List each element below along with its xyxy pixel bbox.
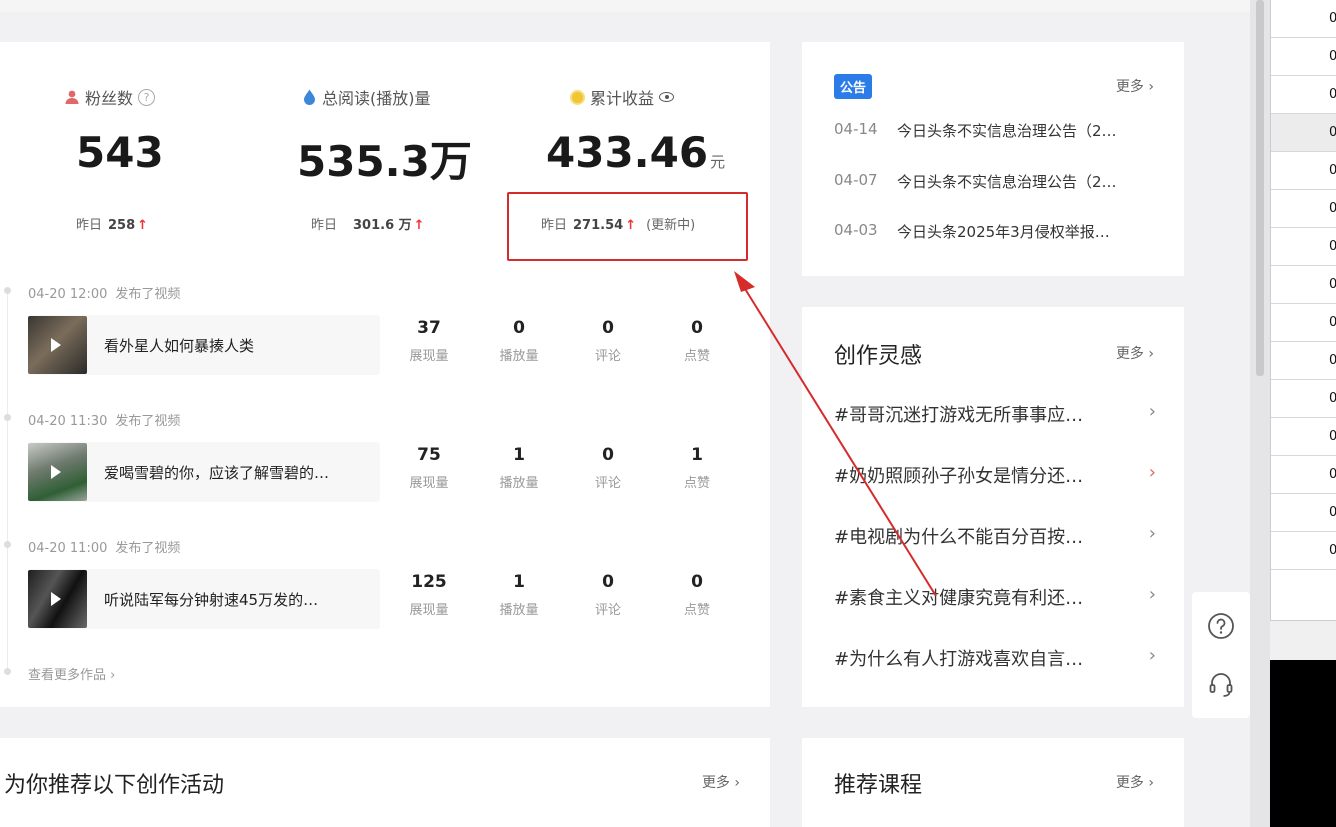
inspiration-item[interactable]: #哥哥沉迷打游戏无所事事应… › — [834, 401, 1156, 427]
notice-item[interactable]: 04-03 今日头条2025年3月侵权举报… — [834, 221, 1159, 242]
help-icon[interactable] — [1207, 612, 1235, 640]
notice-more-link[interactable]: 更多 › — [1116, 76, 1154, 96]
sheet-cell[interactable]: 0 — [1271, 380, 1336, 418]
metric-plays: 1 播放量 — [499, 572, 539, 618]
work-date: 04-20 11:30 发布了视频 — [28, 414, 181, 429]
reads-value: 535.3万 — [297, 137, 472, 186]
chevron-right-icon: › — [1148, 584, 1156, 605]
activities-title: 为你推荐以下创作活动 — [4, 773, 225, 798]
notice-badge: 公告 — [834, 74, 873, 99]
stats-card: 粉丝数 ? 543 昨日 258 ↑ 总阅读(播放)量 535.3万 昨日 301.6… — [0, 42, 770, 707]
work-title[interactable]: 听说陆军每分钟射速45万发的… — [104, 589, 374, 610]
metric-likes: 1 点赞 — [683, 445, 710, 491]
metric-likes: 0 点赞 — [683, 572, 710, 618]
play-icon — [51, 465, 61, 479]
side-spreadsheet: 000000000000000 — [1270, 0, 1336, 660]
help-icon[interactable]: ? — [138, 88, 156, 106]
sheet-cell[interactable]: 0 — [1271, 190, 1336, 228]
metric-plays: 0 播放量 — [499, 318, 539, 364]
inspiration-card: 创作灵感 更多 › #哥哥沉迷打游戏无所事事应… › #奶奶照顾孙子孙女是情分还…… — [802, 307, 1184, 707]
scrollbar-thumb[interactable] — [1256, 0, 1264, 376]
timeline-dot — [4, 541, 11, 548]
sheet-cell[interactable]: 0 — [1271, 532, 1336, 570]
chevron-right-icon: › — [1148, 462, 1156, 483]
chevron-right-icon: › — [1148, 401, 1156, 422]
sheet-cell[interactable]: 0 — [1271, 304, 1336, 342]
work-title[interactable]: 看外星人如何暴揍人类 — [104, 335, 374, 356]
work-item[interactable]: 看外星人如何暴揍人类 — [28, 315, 380, 375]
notice-item[interactable]: 04-07 今日头条不实信息治理公告（2… — [834, 171, 1159, 192]
up-arrow-icon: ↑ — [137, 218, 149, 233]
sheet-cell[interactable]: 0 — [1271, 494, 1336, 532]
inspiration-more-link[interactable]: 更多 › — [1116, 343, 1154, 363]
fans-value: 543 — [76, 128, 164, 177]
sheet-cell[interactable]: 0 — [1271, 38, 1336, 76]
timeline-dot — [4, 414, 11, 421]
notice-card: 公告 更多 › 04-14 今日头条不实信息治理公告（2… 04-07 今日头条不实… — [802, 42, 1184, 276]
timeline-dot — [4, 287, 11, 294]
sheet-cell[interactable]: 0 — [1271, 418, 1336, 456]
metric-comments: 0 评论 — [594, 318, 621, 364]
metric-impressions: 37 展现量 — [409, 318, 449, 364]
courses-more-link[interactable]: 更多 › — [1116, 772, 1154, 792]
sheet-cell[interactable]: 0 — [1271, 456, 1336, 494]
metric-impressions: 125 展现量 — [409, 572, 449, 618]
work-item[interactable]: 听说陆军每分钟射速45万发的… — [28, 569, 380, 629]
timeline-dot — [4, 668, 11, 675]
inspiration-item[interactable]: #素食主义对健康究竟有利还… › — [834, 584, 1156, 610]
reads-label: 总阅读(播放)量 — [302, 85, 431, 109]
metric-plays: 1 播放量 — [499, 445, 539, 491]
chevron-right-icon: › — [1148, 523, 1156, 544]
chevron-right-icon: › — [1148, 645, 1156, 666]
metric-comments: 0 评论 — [594, 445, 621, 491]
activities-more-link[interactable]: 更多 › — [702, 772, 740, 792]
fans-label: 粉丝数 ? — [64, 85, 156, 109]
inspiration-item[interactable]: #电视剧为什么不能百分百按… › — [834, 523, 1156, 549]
video-thumbnail[interactable] — [28, 316, 87, 374]
courses-title: 推荐课程 — [834, 773, 923, 798]
metric-comments: 0 评论 — [594, 572, 621, 618]
timeline-line — [7, 290, 8, 670]
courses-card: 推荐课程 更多 › — [802, 738, 1184, 827]
highlight-box — [507, 192, 748, 261]
work-item[interactable]: 爱喝雪碧的你，应该了解雪碧的… — [28, 442, 380, 502]
reads-yesterday: 昨日 301.6 万 ↑ — [311, 218, 425, 233]
notice-item[interactable]: 04-14 今日头条不实信息治理公告（2… — [834, 120, 1159, 141]
work-date: 04-20 12:00 发布了视频 — [28, 287, 181, 302]
person-icon — [65, 90, 79, 104]
play-icon — [51, 338, 61, 352]
inspiration-item[interactable]: #奶奶照顾孙子孙女是情分还… › — [834, 462, 1156, 488]
black-area — [1270, 660, 1336, 827]
inspiration-item[interactable]: #为什么有人打游戏喜欢自言… › — [834, 645, 1156, 671]
eye-icon[interactable] — [659, 92, 675, 102]
more-works-link[interactable]: 查看更多作品 › — [28, 664, 115, 683]
sheet-cell[interactable]: 0 — [1271, 266, 1336, 304]
floating-tools — [1192, 592, 1250, 718]
work-date: 04-20 11:00 发布了视频 — [28, 541, 181, 556]
top-strip — [0, 0, 1250, 12]
sheet-cell[interactable]: 0 — [1271, 0, 1336, 38]
video-thumbnail[interactable] — [28, 570, 87, 628]
earnings-value: 433.46 元 — [546, 128, 726, 177]
sheet-cell[interactable]: 0 — [1271, 76, 1336, 114]
metric-impressions: 75 展现量 — [409, 445, 449, 491]
fans-yesterday: 昨日 258 ↑ — [76, 218, 149, 233]
sheet-footer — [1270, 620, 1336, 660]
sheet-cell[interactable]: 0 — [1271, 152, 1336, 190]
coin-icon — [570, 89, 585, 105]
play-icon — [51, 592, 61, 606]
headset-icon[interactable] — [1207, 670, 1235, 698]
sheet-cell[interactable]: 0 — [1271, 228, 1336, 266]
metric-likes: 0 点赞 — [683, 318, 710, 364]
earnings-label: 累计收益 — [570, 85, 675, 109]
sheet-cell[interactable]: 0 — [1271, 114, 1336, 152]
activities-card: 为你推荐以下创作活动 更多 › — [0, 738, 770, 827]
inspiration-title: 创作灵感 — [834, 344, 923, 369]
video-thumbnail[interactable] — [28, 443, 87, 501]
droplet-icon — [304, 89, 315, 105]
work-title[interactable]: 爱喝雪碧的你，应该了解雪碧的… — [104, 462, 374, 483]
sheet-cell[interactable]: 0 — [1271, 342, 1336, 380]
up-arrow-icon: ↑ — [413, 218, 425, 233]
